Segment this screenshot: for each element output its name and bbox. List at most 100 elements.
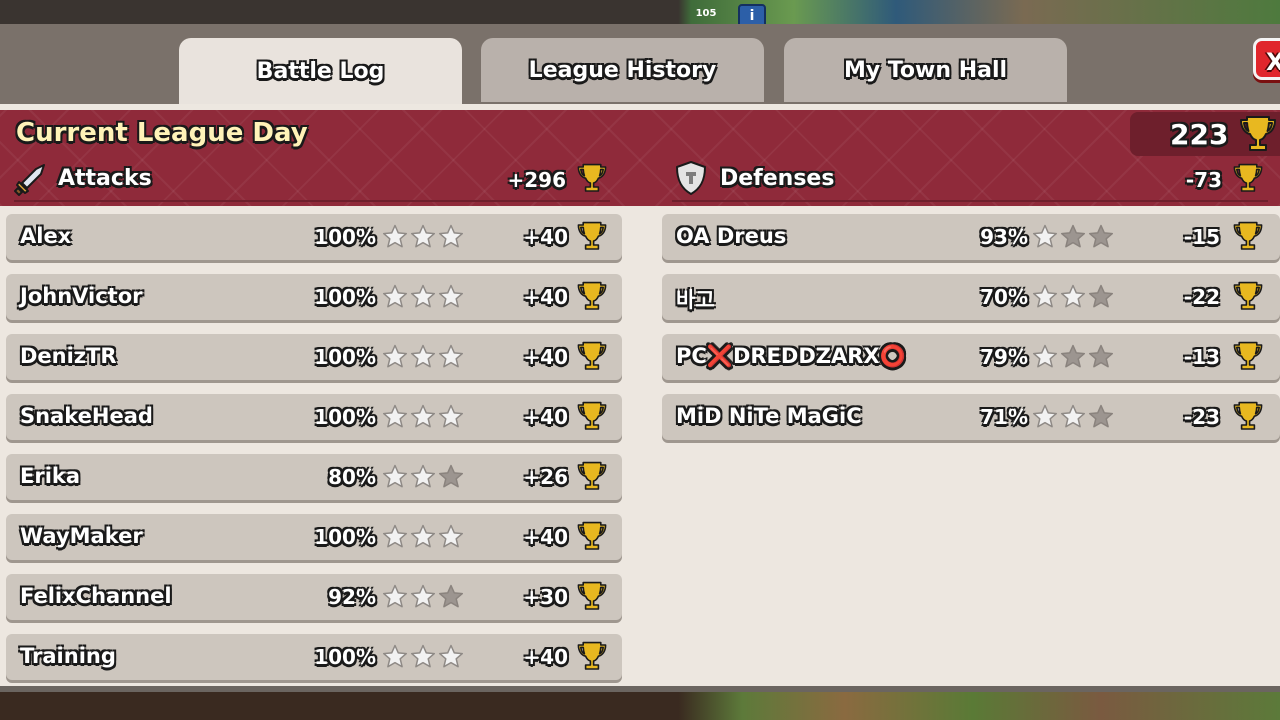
trophy-change: +40	[523, 225, 568, 249]
trophy-icon	[1232, 162, 1264, 200]
attack-row[interactable]: Training 100% +40	[6, 634, 622, 680]
star-filled-icon	[438, 404, 464, 428]
trophy-change: -22	[1183, 285, 1220, 309]
star-rating	[382, 404, 464, 430]
defenses-label: Defenses	[720, 166, 835, 191]
star-empty-icon	[1088, 224, 1114, 248]
destruction-percent: 100%	[314, 645, 376, 669]
attacks-label: Attacks	[58, 166, 152, 191]
defense-row[interactable]: 바고 70% -22	[662, 274, 1280, 320]
star-empty-icon	[1060, 224, 1086, 248]
destruction-percent: 100%	[314, 345, 376, 369]
attack-row[interactable]: Alex 100% +40	[6, 214, 622, 260]
battle-log-window: Battle Log League History My Town Hall X…	[0, 24, 1280, 692]
star-rating	[382, 224, 464, 250]
star-empty-icon	[1060, 344, 1086, 368]
star-filled-icon	[382, 524, 408, 548]
game-background-top: 105 i	[0, 0, 1280, 28]
star-rating	[1032, 404, 1114, 430]
tab-battle-log[interactable]: Battle Log	[179, 38, 462, 104]
trophy-change: +30	[523, 585, 568, 609]
star-filled-icon	[1032, 284, 1058, 308]
game-background-bottom	[0, 692, 1280, 720]
player-name: PC❌DREDDZARX⭕	[676, 344, 906, 368]
tab-my-town-hall[interactable]: My Town Hall	[784, 38, 1067, 102]
trophy-icon	[576, 162, 608, 200]
attack-row[interactable]: FelixChannel 92% +30	[6, 574, 622, 620]
player-name: FelixChannel	[20, 584, 172, 608]
player-name: OA Dreus	[676, 224, 787, 248]
star-filled-icon	[382, 404, 408, 428]
star-rating	[382, 464, 464, 490]
destruction-percent: 100%	[314, 525, 376, 549]
trophy-icon	[576, 220, 608, 258]
star-empty-icon	[438, 464, 464, 488]
attacks-total: +296	[507, 168, 566, 192]
trophy-change: +40	[523, 525, 568, 549]
star-filled-icon	[382, 224, 408, 248]
destruction-percent: 80%	[328, 465, 376, 489]
battle-log-panel: Current League Day 223 Attacks +296 Defe…	[0, 104, 1280, 686]
attack-row[interactable]: SnakeHead 100% +40	[6, 394, 622, 440]
player-name: Alex	[20, 224, 72, 248]
star-filled-icon	[410, 464, 436, 488]
destruction-percent: 100%	[314, 225, 376, 249]
star-filled-icon	[438, 344, 464, 368]
star-filled-icon	[410, 584, 436, 608]
star-filled-icon	[410, 644, 436, 668]
trophy-icon	[576, 340, 608, 378]
attack-row[interactable]: DenizTR 100% +40	[6, 334, 622, 380]
trophy-icon	[576, 520, 608, 558]
star-empty-icon	[1088, 284, 1114, 308]
star-filled-icon	[1032, 404, 1058, 428]
defense-row[interactable]: PC❌DREDDZARX⭕ 79% -13	[662, 334, 1280, 380]
destruction-percent: 92%	[328, 585, 376, 609]
sword-icon	[14, 162, 48, 200]
destruction-percent: 79%	[980, 345, 1028, 369]
player-name: Erika	[20, 464, 81, 488]
trophy-icon	[576, 400, 608, 438]
player-name: Training	[20, 644, 116, 668]
star-filled-icon	[410, 344, 436, 368]
attack-row[interactable]: Erika 80% +26	[6, 454, 622, 500]
player-name: 바고	[676, 288, 715, 312]
star-empty-icon	[1088, 404, 1114, 428]
player-name: MiD NiTe MaGiC	[676, 404, 862, 428]
star-filled-icon	[438, 224, 464, 248]
defense-row[interactable]: OA Dreus 93% -15	[662, 214, 1280, 260]
player-name: WayMaker	[20, 524, 143, 548]
defenses-divider	[672, 200, 1268, 202]
star-filled-icon	[410, 524, 436, 548]
star-filled-icon	[410, 224, 436, 248]
page-title: Current League Day	[16, 118, 308, 148]
total-trophies-box: 223	[1130, 112, 1280, 156]
close-button[interactable]: X	[1253, 38, 1280, 80]
star-filled-icon	[410, 284, 436, 308]
trophy-change: +40	[523, 345, 568, 369]
trophy-change: +40	[523, 405, 568, 429]
trophy-icon	[1232, 220, 1264, 258]
tab-league-history[interactable]: League History	[481, 38, 764, 102]
star-filled-icon	[382, 464, 408, 488]
trophy-icon	[1238, 114, 1278, 160]
trophy-change: -13	[1183, 345, 1220, 369]
star-filled-icon	[438, 524, 464, 548]
player-name: DenizTR	[20, 344, 117, 368]
star-filled-icon	[382, 344, 408, 368]
star-rating	[382, 284, 464, 310]
star-filled-icon	[438, 644, 464, 668]
star-filled-icon	[382, 644, 408, 668]
destruction-percent: 93%	[980, 225, 1028, 249]
player-name: JohnVictor	[20, 284, 143, 308]
trophy-icon	[576, 580, 608, 618]
attack-row[interactable]: JohnVictor 100% +40	[6, 274, 622, 320]
star-filled-icon	[410, 404, 436, 428]
trophy-icon	[1232, 340, 1264, 378]
destruction-percent: 71%	[980, 405, 1028, 429]
trophy-icon	[576, 460, 608, 498]
trophy-change: +40	[523, 285, 568, 309]
attack-row[interactable]: WayMaker 100% +40	[6, 514, 622, 560]
trophy-icon	[1232, 280, 1264, 318]
defense-row[interactable]: MiD NiTe MaGiC 71% -23	[662, 394, 1280, 440]
trophy-icon	[576, 280, 608, 318]
